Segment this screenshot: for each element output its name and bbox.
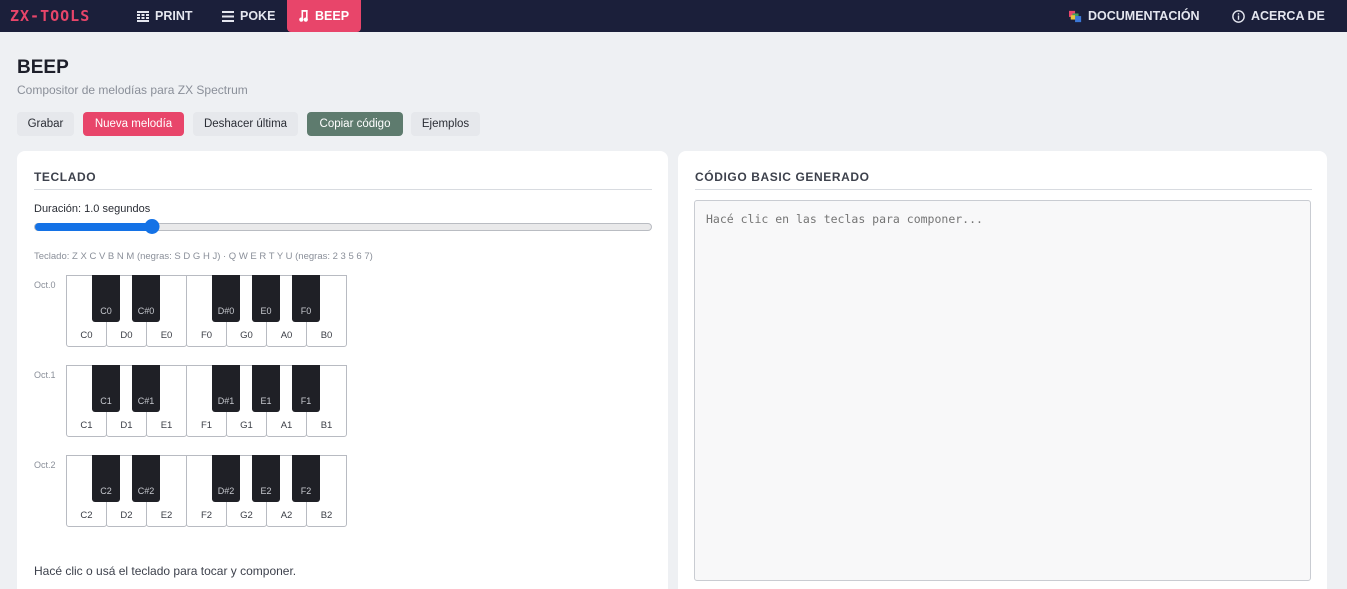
octave-label: Oct.0 [34,280,56,290]
black-key[interactable]: C1 [92,365,120,412]
basic-code-output[interactable] [694,200,1311,581]
octave-label: Oct.1 [34,370,56,380]
top-navbar: ZX-TOOLS PRINT POKE BEEP DOCUMENTACIÓN A… [0,0,1347,32]
black-key[interactable]: F0 [292,275,320,322]
key-label: C2 [80,510,93,521]
nav-item-label: ACERCA DE [1251,9,1325,23]
nav-item-label: BEEP [315,9,350,23]
code-panel-heading: CÓDIGO BASIC GENERADO [695,170,870,184]
nav-item-label: DOCUMENTACIÓN [1088,9,1200,23]
key-label: A0 [280,330,293,341]
duration-slider[interactable] [34,219,652,234]
nav-item-beep[interactable]: BEEP [287,0,361,32]
key-label: F1 [200,420,213,431]
nav-item-label: PRINT [155,9,193,23]
key-label: D1 [120,420,133,431]
key-label: A2 [280,510,293,521]
black-key[interactable]: C#1 [132,365,160,412]
key-label: G1 [240,420,253,431]
key-label: F0 [200,330,213,341]
black-key[interactable]: E0 [252,275,280,322]
key-label: D#1 [217,396,235,406]
grid-icon [136,10,149,23]
piano-keyboard-octave-0: C0 D0 E0 F0 G0 A0 B0 C0 C#0 D#0 E0 F0 [66,275,347,347]
black-key[interactable]: D#1 [212,365,240,412]
key-label: C#2 [137,486,155,496]
octave-label: Oct.2 [34,460,56,470]
key-label: B1 [320,420,333,431]
undo-last-button[interactable]: Deshacer última [193,112,298,136]
key-label: E2 [160,510,173,521]
menu-icon [221,10,234,23]
key-label: B0 [320,330,333,341]
key-label: A1 [280,420,293,431]
nav-item-poke[interactable]: POKE [209,0,287,32]
record-button[interactable]: Grabar [17,112,74,136]
key-label: C#0 [137,306,155,316]
key-label: C0 [100,306,112,316]
new-melody-button[interactable]: Nueva melodía [83,112,184,136]
black-key[interactable]: C2 [92,455,120,502]
nav-item-acerca-de[interactable]: ACERCA DE [1220,0,1337,32]
copy-code-button[interactable]: Copiar código [307,112,403,136]
divider [34,189,652,190]
key-label: C0 [80,330,93,341]
key-label: B2 [320,510,333,521]
key-label: E1 [260,396,272,406]
examples-button[interactable]: Ejemplos [411,112,480,136]
keyboard-panel: TECLADO Duración: 1.0 segundos Teclado: … [17,151,668,589]
nav-item-documentacion[interactable]: DOCUMENTACIÓN [1057,0,1212,32]
black-key[interactable]: E2 [252,455,280,502]
key-label: D0 [120,330,133,341]
key-label: E1 [160,420,173,431]
info-icon [1232,9,1245,23]
key-label: C#1 [137,396,155,406]
duration-slider-thumb[interactable] [144,219,160,234]
keyboard-footer-hint: Hacé clic o usá el teclado para tocar y … [34,564,297,578]
key-label: F2 [300,486,312,496]
black-key[interactable]: C0 [92,275,120,322]
music-note-icon [299,10,309,23]
page-title: BEEP [17,57,69,78]
key-label: E0 [260,306,272,316]
piano-keyboard-octave-1: C1 D1 E1 F1 G1 A1 B1 C1 C#1 D#1 E1 F1 [66,365,347,437]
key-label: C1 [80,420,93,431]
duration-slider-fill [35,223,153,231]
app-logo[interactable]: ZX-TOOLS [10,7,90,25]
nav-item-print[interactable]: PRINT [124,0,205,32]
keyboard-shortcuts-hint: Teclado: Z X C V B N M (negras: S D G H … [34,251,373,262]
key-label: E2 [260,486,272,496]
black-key[interactable]: F2 [292,455,320,502]
nav-item-label: POKE [240,9,276,23]
divider [695,189,1312,190]
key-label: E0 [160,330,173,341]
color-blocks-icon [1069,10,1082,23]
key-label: F1 [300,396,312,406]
keyboard-panel-heading: TECLADO [34,170,97,184]
duration-label: Duración: 1.0 segundos [34,203,151,215]
key-label: F0 [300,306,312,316]
key-label: G2 [240,510,253,521]
key-label: C2 [100,486,112,496]
key-label: D2 [120,510,133,521]
black-key[interactable]: D#0 [212,275,240,322]
black-key[interactable]: F1 [292,365,320,412]
key-label: D#2 [217,486,235,496]
black-key[interactable]: D#2 [212,455,240,502]
key-label: D#0 [217,306,235,316]
key-label: C1 [100,396,112,406]
code-panel: CÓDIGO BASIC GENERADO [678,151,1327,589]
black-key[interactable]: E1 [252,365,280,412]
black-key[interactable]: C#2 [132,455,160,502]
black-key[interactable]: C#0 [132,275,160,322]
piano-keyboard-octave-2: C2 D2 E2 F2 G2 A2 B2 C2 C#2 D#2 E2 F2 [66,455,347,527]
page-subtitle: Compositor de melodías para ZX Spectrum [17,83,248,97]
key-label: G0 [240,330,253,341]
key-label: F2 [200,510,213,521]
